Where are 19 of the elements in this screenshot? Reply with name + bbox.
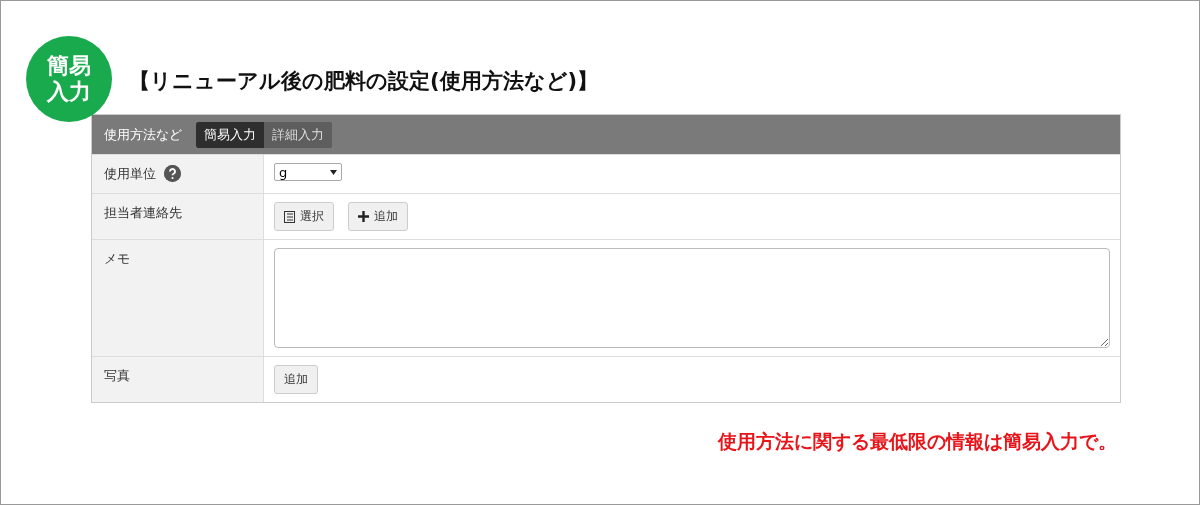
add-button[interactable]: 追加 [348,202,408,231]
caret-icon [330,169,337,175]
mode-badge: 簡易 入力 [26,36,112,122]
add-button[interactable]: 選択 [274,202,334,231]
section-title: 【リニューアル後の肥料の設定(使用方法など)】 [129,68,599,95]
add-button[interactable]: 追加 [274,365,318,394]
field-label: メモ [104,250,130,268]
field-label: 担当者連絡先 [104,204,182,222]
field-label: 使用単位 [104,165,156,183]
header-label: 使用方法など [104,125,182,144]
mode-tab[interactable]: 詳細入力 [264,121,332,148]
note-text: 使用方法に関する最低限の情報は簡易入力で。 [718,429,1117,454]
list-icon [284,210,295,223]
help-icon[interactable] [164,165,181,182]
plus-icon [358,211,369,222]
mode-tab[interactable]: 簡易入力 [196,121,264,148]
memo-field[interactable] [274,248,1110,348]
field-label: 写真 [104,367,130,385]
unit-select[interactable]: g [274,163,342,181]
